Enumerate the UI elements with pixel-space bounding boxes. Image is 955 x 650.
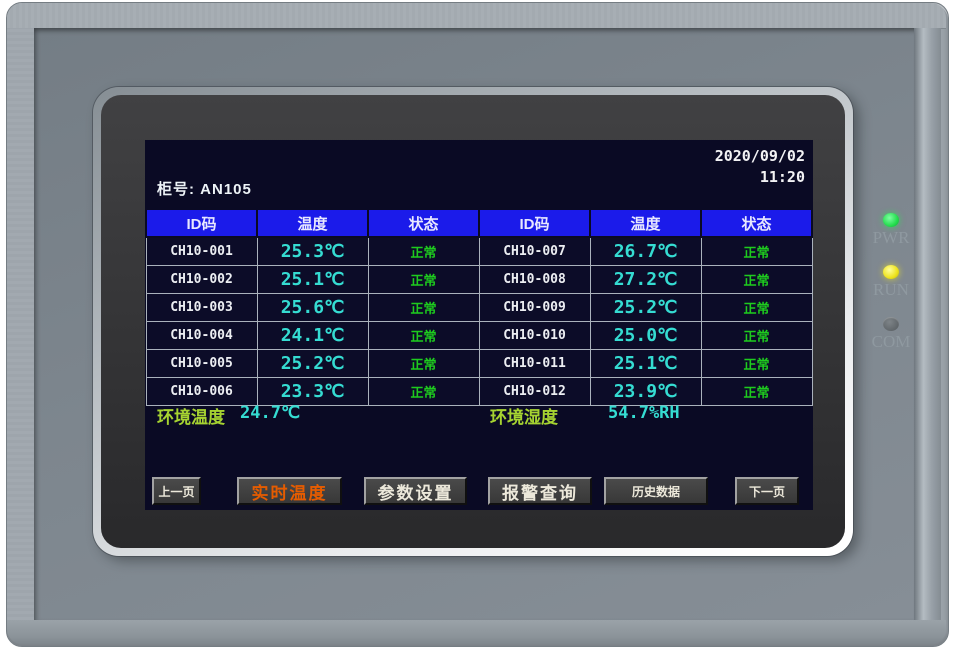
table-row: CH10-00623.3℃正常CH10-01223.9℃正常 <box>146 378 812 406</box>
channel-id: CH10-004 <box>146 322 257 350</box>
hmi-panel: 2020/09/02 11:20 柜号: AN105 ID码温度状态ID码温度状… <box>0 0 955 650</box>
datetime-display: 2020/09/02 11:20 <box>715 146 805 188</box>
pwr-led-block: PWR <box>862 213 920 246</box>
column-header: ID码 <box>479 209 590 237</box>
channel-status: 正常 <box>701 294 812 322</box>
channel-temp: 27.2℃ <box>590 266 701 294</box>
channel-id: CH10-001 <box>146 237 257 266</box>
channel-status: 正常 <box>701 322 812 350</box>
channel-status: 正常 <box>701 350 812 378</box>
channel-status: 正常 <box>368 350 479 378</box>
param-settings-button[interactable]: 参数设置 <box>364 477 467 505</box>
channel-id: CH10-008 <box>479 266 590 294</box>
table-header-row: ID码温度状态ID码温度状态 <box>146 209 812 237</box>
history-data-button[interactable]: 历史数据 <box>604 477 708 505</box>
channel-temp: 24.1℃ <box>257 322 368 350</box>
run-led-label: RUN <box>862 281 920 298</box>
channel-temp: 26.7℃ <box>590 237 701 266</box>
channel-status: 正常 <box>368 237 479 266</box>
channel-status: 正常 <box>368 322 479 350</box>
ambient-humidity-label: 环境湿度 <box>490 403 558 428</box>
pwr-led-label: PWR <box>862 229 920 246</box>
channel-temp: 25.1℃ <box>257 266 368 294</box>
channel-temp: 25.2℃ <box>257 350 368 378</box>
channel-temp: 25.3℃ <box>257 237 368 266</box>
pwr-led-icon <box>883 213 899 227</box>
realtime-temp-button[interactable]: 实时温度 <box>237 477 342 505</box>
channel-temp: 23.9℃ <box>590 378 701 406</box>
housing-bottom-band <box>7 620 946 644</box>
channel-temp: 25.6℃ <box>257 294 368 322</box>
channel-status: 正常 <box>701 266 812 294</box>
column-header: ID码 <box>146 209 257 237</box>
channel-status: 正常 <box>368 378 479 406</box>
channel-temp: 23.3℃ <box>257 378 368 406</box>
channel-id: CH10-005 <box>146 350 257 378</box>
ambient-temp-label: 环境温度 <box>157 403 225 428</box>
column-header: 状态 <box>701 209 812 237</box>
cabinet-number-label: 柜号: AN105 <box>157 178 252 199</box>
channel-id: CH10-010 <box>479 322 590 350</box>
com-led-block: COM <box>862 317 920 350</box>
ambient-humidity-value: 54.7%RH <box>608 403 680 423</box>
table-row: CH10-00525.2℃正常CH10-01125.1℃正常 <box>146 350 812 378</box>
channel-table-body: CH10-00125.3℃正常CH10-00726.7℃正常CH10-00225… <box>146 237 812 406</box>
table-row: CH10-00225.1℃正常CH10-00827.2℃正常 <box>146 266 812 294</box>
lcd-display: 2020/09/02 11:20 柜号: AN105 ID码温度状态ID码温度状… <box>145 140 813 510</box>
environment-row: 环境温度 24.7℃ 环境湿度 54.7%RH <box>145 403 813 427</box>
channel-id: CH10-011 <box>479 350 590 378</box>
com-led-label: COM <box>862 333 920 350</box>
table-row: CH10-00424.1℃正常CH10-01025.0℃正常 <box>146 322 812 350</box>
channel-id: CH10-002 <box>146 266 257 294</box>
ambient-temp-value: 24.7℃ <box>240 403 300 423</box>
channel-status: 正常 <box>701 237 812 266</box>
channel-temp: 25.1℃ <box>590 350 701 378</box>
table-row: CH10-00125.3℃正常CH10-00726.7℃正常 <box>146 237 812 266</box>
channel-status: 正常 <box>368 266 479 294</box>
housing-top-band <box>7 3 946 29</box>
run-led-icon <box>883 265 899 279</box>
channel-id: CH10-003 <box>146 294 257 322</box>
channel-id: CH10-012 <box>479 378 590 406</box>
column-header: 温度 <box>590 209 701 237</box>
channel-id: CH10-009 <box>479 294 590 322</box>
channel-status: 正常 <box>701 378 812 406</box>
housing-left-band <box>7 28 34 620</box>
alarm-query-button[interactable]: 报警查询 <box>488 477 592 505</box>
channel-table: ID码温度状态ID码温度状态 CH10-00125.3℃正常CH10-00726… <box>145 208 813 406</box>
time-text: 11:20 <box>715 167 805 188</box>
channel-temp: 25.0℃ <box>590 322 701 350</box>
run-led-block: RUN <box>862 265 920 298</box>
column-header: 状态 <box>368 209 479 237</box>
next-page-button[interactable]: 下一页 <box>735 477 799 505</box>
table-row: CH10-00325.6℃正常CH10-00925.2℃正常 <box>146 294 812 322</box>
channel-status: 正常 <box>368 294 479 322</box>
column-header: 温度 <box>257 209 368 237</box>
channel-temp: 25.2℃ <box>590 294 701 322</box>
date-text: 2020/09/02 <box>715 146 805 167</box>
channel-id: CH10-007 <box>479 237 590 266</box>
com-led-icon <box>883 317 899 331</box>
channel-id: CH10-006 <box>146 378 257 406</box>
prev-page-button[interactable]: 上一页 <box>152 477 201 505</box>
